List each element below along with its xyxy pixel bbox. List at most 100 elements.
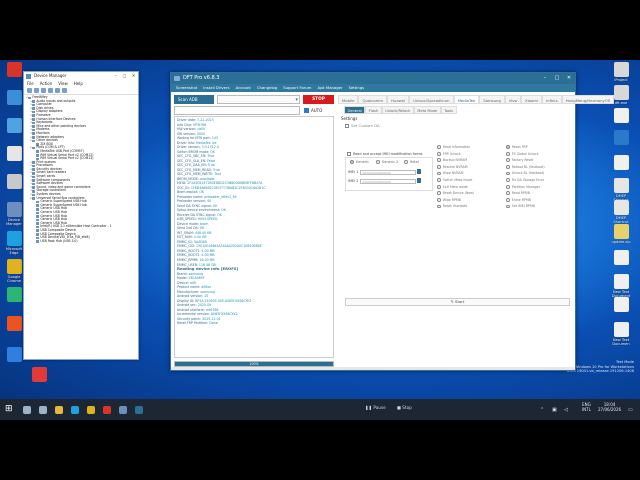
menu-view[interactable]: View <box>58 80 68 87</box>
desktop-icon[interactable] <box>26 367 52 383</box>
back-icon[interactable] <box>27 88 32 93</box>
minimize-icon[interactable]: – <box>111 72 120 80</box>
desktop-icon[interactable] <box>608 297 634 313</box>
dft-icon[interactable] <box>132 403 145 416</box>
option-switch-meta-mode[interactable]: Switch Meta mode <box>437 178 472 182</box>
scan-adb-button[interactable]: Scan ADB <box>174 95 214 104</box>
tab-xiaomi[interactable]: Xiaomi <box>521 95 543 104</box>
option-erase-rpmb[interactable]: Erase RPMB <box>506 198 531 202</box>
option-read-information[interactable]: Read information <box>437 145 470 149</box>
minimize-icon[interactable]: – <box>539 73 551 84</box>
custom-da-checkbox[interactable]: Set Custom DA <box>345 123 380 128</box>
notification-icon[interactable]: ▭ <box>628 407 633 413</box>
option-factory-reset[interactable]: Factory Reset <box>506 158 533 163</box>
search-icon[interactable] <box>20 403 33 416</box>
properties-icon[interactable] <box>41 88 46 93</box>
port-field[interactable] <box>174 106 300 115</box>
device-manager-icon[interactable] <box>116 403 129 416</box>
explorer-icon[interactable] <box>52 403 65 416</box>
option-partition-manager[interactable]: Partition Manager <box>506 185 540 189</box>
desktop-icon[interactable]: New Text Document <box>608 274 634 299</box>
edge-icon[interactable] <box>68 403 81 416</box>
subtab-flash[interactable]: Flash <box>365 106 382 114</box>
forward-icon[interactable] <box>34 88 39 93</box>
option-reset-device-new[interactable]: Reset Device (New) <box>437 191 474 196</box>
option-reboot-bl-fastboot[interactable]: Reboot BL (fastboot) <box>506 165 545 169</box>
desktop-icon[interactable] <box>608 108 634 124</box>
desktop-icon[interactable] <box>608 130 634 146</box>
menu-file[interactable]: File <box>27 80 34 87</box>
imei1-button[interactable] <box>417 169 421 174</box>
maximize-icon[interactable]: □ <box>120 72 129 80</box>
tab-mediatek[interactable]: MediaTek <box>453 95 480 104</box>
close-icon[interactable]: ✕ <box>129 72 138 80</box>
menu-support-forum[interactable]: Support Forum <box>283 84 311 92</box>
option-reset-frp[interactable]: Reset FRP <box>506 145 528 149</box>
clock[interactable]: 18:04 27/06/2026 <box>598 402 621 412</box>
menu-apk-manager[interactable]: Apk Manager <box>318 84 343 92</box>
option-backup-nvram[interactable]: Backup NVRAM <box>437 158 467 163</box>
tab-infinix[interactable]: Infinix <box>542 95 562 104</box>
windows-start-icon[interactable]: ⊞ <box>5 405 14 414</box>
subtab-meta-mode[interactable]: Meta Mode <box>413 106 441 114</box>
option-exit-meta-mode[interactable]: Exit Meta mode <box>437 185 468 189</box>
imei-radio-hotel[interactable]: Hotel <box>404 160 419 164</box>
tab-samsung[interactable]: Samsung <box>479 95 505 104</box>
option-restore-nvram[interactable]: Restore NVRAM <box>437 165 468 169</box>
monitor-icon[interactable] <box>62 88 67 93</box>
menu-help[interactable]: Help <box>74 80 83 87</box>
desktop-icon[interactable] <box>608 250 634 266</box>
subtab-tools[interactable]: Tools <box>440 106 457 114</box>
menu-changelog[interactable]: Changelog <box>257 84 277 92</box>
stop-button[interactable]: STOP <box>303 95 334 104</box>
imei-checkbox[interactable]: Read and accept IMEI modification forms <box>347 152 422 156</box>
tray-arrow-icon[interactable]: ⌃ <box>540 407 544 413</box>
menu-account[interactable]: Account <box>236 84 251 92</box>
task-view-icon[interactable] <box>36 403 49 416</box>
media-stop[interactable]: ■ Stop <box>397 405 412 410</box>
menu-install-drivers[interactable]: Install Drivers <box>203 84 229 92</box>
menu-action[interactable]: Action <box>40 80 53 87</box>
option-frp-unlock[interactable]: FRP Unlock <box>437 152 461 156</box>
option-wipe-rpmb[interactable]: Wipe RPMB <box>437 198 461 202</box>
port-select[interactable] <box>217 95 300 104</box>
tab-qualcomm[interactable]: Qualcomm <box>358 95 388 104</box>
option-fix-da-storage-error[interactable]: Fix DA Storage Error <box>506 178 544 182</box>
scan-icon[interactable] <box>55 88 60 93</box>
option-read-rpmb[interactable]: Read RPMB <box>506 191 530 196</box>
imei-radio-generic2[interactable]: Generic 2 <box>376 160 398 164</box>
imei2-input[interactable]: 000000000000000 <box>360 179 417 184</box>
imei-radio-generic[interactable]: Generic <box>350 160 369 164</box>
option-set-imei-rpmb[interactable]: Set IMEI RPMB <box>506 204 535 209</box>
imei2-button[interactable] <box>417 178 421 183</box>
app-icon[interactable] <box>100 403 113 416</box>
tab-vivo[interactable]: Vivo <box>504 95 521 104</box>
tab-unisoc-spreadtrum[interactable]: Unisoc/Spreadtrum <box>409 95 454 104</box>
close-icon[interactable]: ✕ <box>563 73 575 84</box>
tab-hongmeng-harmonyos[interactable]: HongMeng/HarmonyOS <box>561 95 615 104</box>
media-pause[interactable]: ❚❚ Pause <box>365 405 386 410</box>
option-reset-userdata[interactable]: Reset Userdata <box>437 204 467 209</box>
dft-titlebar[interactable]: DFT Pro v6.8.3 – □ ✕ <box>171 73 575 84</box>
option-wipe-nvram[interactable]: Wipe NVRAM <box>437 171 463 176</box>
desktop-icon[interactable]: iProject <box>608 62 634 82</box>
desktop-icon[interactable]: update.zip <box>608 224 634 244</box>
start-button[interactable]: ✎ Start <box>345 298 570 306</box>
desktop-icon[interactable]: DMEP Shortcut <box>608 200 634 225</box>
subtab-general[interactable]: General <box>344 106 366 114</box>
tab-mobile[interactable]: Mobile <box>338 95 359 104</box>
option-unlock-bl-fastboot[interactable]: Unlock BL (fastboot) <box>506 171 544 176</box>
tab-huawei[interactable]: Huawei <box>387 95 410 104</box>
device-manager-titlebar[interactable]: Device Manager – □ ✕ <box>24 72 138 80</box>
auto-checkbox[interactable]: AUTO <box>304 107 322 114</box>
menu-settings[interactable]: Settings <box>349 84 365 92</box>
imei1-input[interactable]: 000000000000000 <box>360 170 417 175</box>
help-icon[interactable] <box>48 88 53 93</box>
desktop-icon[interactable]: New Text Documen <box>608 322 634 347</box>
menu-screenshot[interactable]: Screenshot <box>176 84 197 92</box>
option-fs-global-unlock[interactable]: FS Global Unlock <box>506 152 539 156</box>
tree-item-usb-root-hub-usb-3-0[interactable]: USB Root Hub (USB 3.0) <box>26 239 138 244</box>
desktop-icon[interactable] <box>608 155 634 171</box>
network-icon[interactable]: ▣ <box>552 407 557 413</box>
log-panel[interactable]: Driver date: 7-22-2023 Info Chip: MT6768 H… <box>174 116 334 358</box>
